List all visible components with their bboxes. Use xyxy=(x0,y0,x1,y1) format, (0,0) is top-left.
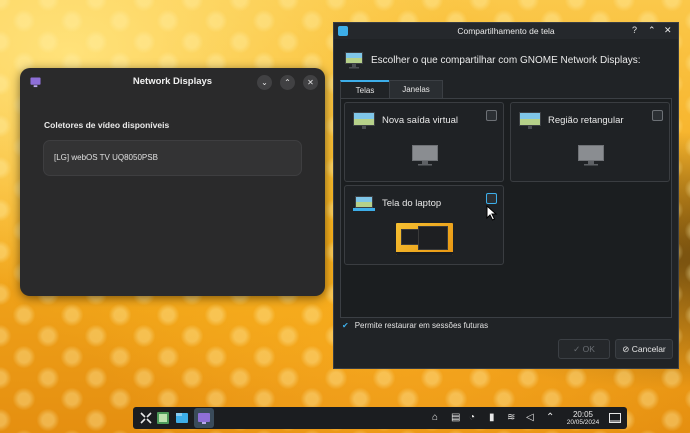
restore-label: Permite restaurar em sessões futuras xyxy=(354,321,489,330)
vault-icon[interactable]: ◔ xyxy=(469,411,475,425)
cancel-label: Cancelar xyxy=(631,344,666,354)
ok-button[interactable]: ✓ OK xyxy=(558,339,610,359)
dialog-title: Compartilhamento de tela xyxy=(457,26,555,36)
restore-option[interactable]: ✔ Permite restaurar em sessões futuras xyxy=(342,321,488,330)
dialog-heading: Escolher o que compartilhar com GNOME Ne… xyxy=(371,55,641,66)
maximize-button[interactable]: ⌃ xyxy=(280,75,295,90)
clock-date: 20/05/2024 xyxy=(566,419,600,426)
sink-row[interactable]: [LG] webOS TV UQ8050PSB xyxy=(43,140,302,176)
source-checkbox[interactable] xyxy=(652,110,663,121)
source-checkbox[interactable] xyxy=(486,110,497,121)
cancel-icon: ⊘ xyxy=(622,344,630,354)
source-label: Nova saída virtual xyxy=(382,115,459,126)
mouse-cursor-icon xyxy=(486,205,498,221)
source-checkbox[interactable] xyxy=(486,193,497,204)
close-icon[interactable]: ✕ xyxy=(664,25,672,36)
minimize-button[interactable]: ⌄ xyxy=(257,75,272,90)
source-label: Tela do laptop xyxy=(382,198,442,209)
ok-label: OK xyxy=(582,344,595,354)
monitor-icon xyxy=(519,112,541,129)
monitor-placeholder-icon xyxy=(412,145,438,166)
image-viewer-icon[interactable] xyxy=(155,410,171,426)
screens-panel: Nova saída virtual Região retangular Tel… xyxy=(340,98,672,318)
file-manager-icon[interactable] xyxy=(174,410,190,426)
volume-icon[interactable]: ◁ xyxy=(526,411,534,425)
volume-device-icon[interactable]: ▮ xyxy=(489,411,495,425)
source-tile-laptop-screen[interactable]: Tela do laptop xyxy=(344,185,504,265)
source-tile-virtual-output[interactable]: Nova saída virtual xyxy=(344,102,504,182)
window-header: Network Displays ⌄ ⌃ ✕ xyxy=(20,68,325,98)
screen-preview-thumbnail xyxy=(396,223,453,255)
tab-janelas[interactable]: Janelas xyxy=(389,80,443,98)
laptop-icon xyxy=(353,196,375,211)
screen-share-dialog: Compartilhamento de tela ? ⌃ ✕ Escolher … xyxy=(333,22,679,369)
clock-time: 20:05 xyxy=(572,410,594,419)
show-desktop-icon[interactable] xyxy=(607,410,623,426)
help-icon[interactable]: ? xyxy=(632,25,637,36)
chevron-down-icon: ⌄ xyxy=(261,78,268,87)
monitor-icon xyxy=(353,112,375,129)
cancel-button[interactable]: ⊘ Cancelar xyxy=(615,339,673,359)
monitor-icon xyxy=(345,52,363,69)
network-displays-window: Network Displays ⌄ ⌃ ✕ Coletores de víde… xyxy=(20,68,325,296)
sink-label: [LG] webOS TV UQ8050PSB xyxy=(54,153,158,162)
section-title: Coletores de vídeo disponíveis xyxy=(44,120,170,130)
dialog-titlebar: Compartilhamento de tela ? ⌃ ✕ xyxy=(334,23,678,39)
wifi-icon[interactable]: ≋ xyxy=(507,411,515,425)
app-launcher-icon[interactable] xyxy=(138,410,154,426)
network-displays-task-icon[interactable] xyxy=(196,410,212,426)
source-label: Região retangular xyxy=(548,115,624,126)
chevron-up-icon: ⌃ xyxy=(284,78,291,87)
tab-telas[interactable]: Telas xyxy=(340,80,390,99)
taskbar: ⌂ ▤ ◔ ▮ ≋ ◁ ⌃ 20:05 20/05/2024 xyxy=(133,407,627,429)
checkmark-icon: ✔ xyxy=(342,321,349,330)
chat-icon[interactable]: ⌂ xyxy=(432,411,438,425)
checkmark-icon: ✓ xyxy=(573,344,581,354)
monitor-placeholder-icon xyxy=(578,145,604,166)
chevron-up-icon[interactable]: ⌃ xyxy=(546,411,554,425)
clipboard-icon[interactable]: ▤ xyxy=(451,411,460,425)
keep-above-icon[interactable]: ⌃ xyxy=(648,25,656,36)
clock[interactable]: 20:05 20/05/2024 xyxy=(561,410,605,427)
close-button[interactable]: ✕ xyxy=(303,75,318,90)
close-icon: ✕ xyxy=(307,78,314,87)
source-tile-rect-region[interactable]: Região retangular xyxy=(510,102,670,182)
